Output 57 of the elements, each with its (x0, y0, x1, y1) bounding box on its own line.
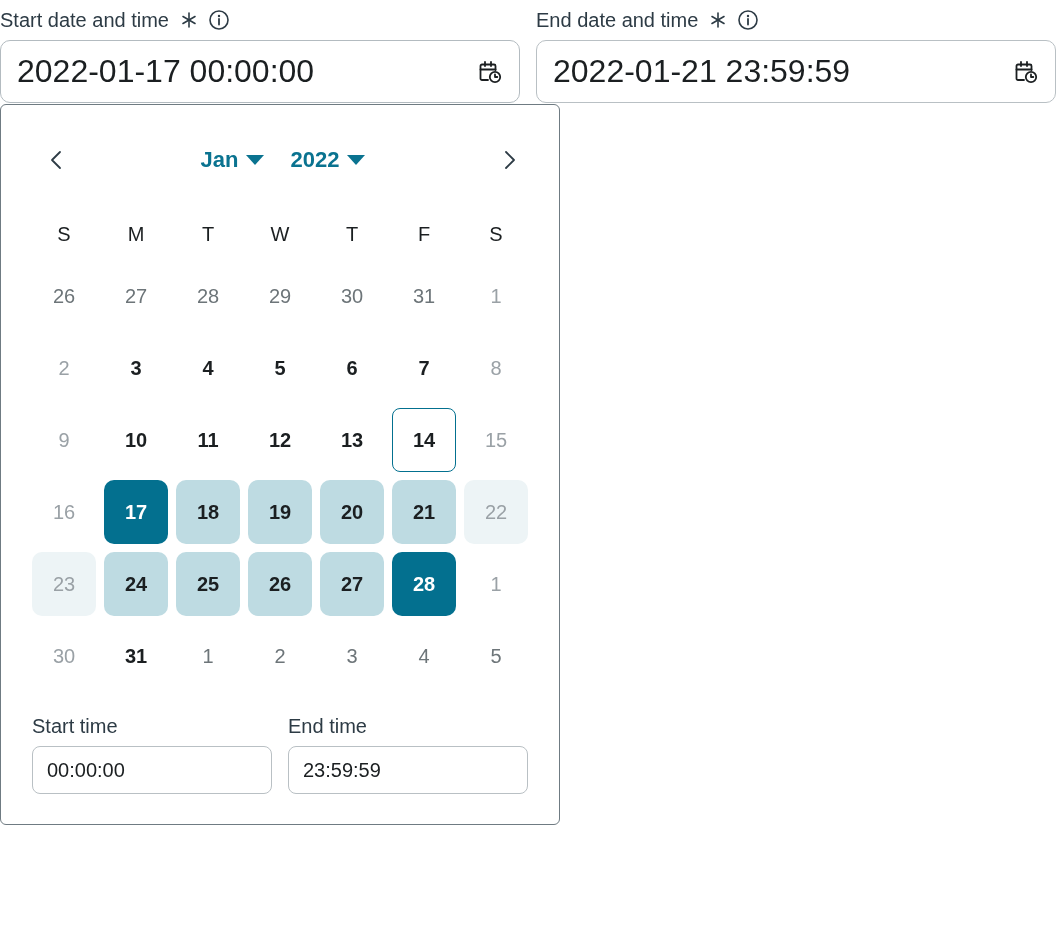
time-field[interactable]: 23:59:59 (288, 746, 528, 794)
calendar-day[interactable]: 3 (320, 624, 384, 688)
weekday-label: T (201, 222, 215, 246)
field-label: Start date and time (0, 8, 169, 32)
calendar-day[interactable]: 11 (176, 408, 240, 472)
calendar-day[interactable]: 2 (248, 624, 312, 688)
calendar-day[interactable]: 7 (392, 336, 456, 400)
info-icon[interactable] (209, 10, 229, 30)
weekday-label: S (57, 222, 71, 246)
weekday-label: F (417, 222, 431, 246)
calendar-day[interactable]: 4 (392, 624, 456, 688)
calendar-day[interactable]: 31 (392, 264, 456, 328)
calendar-day[interactable]: 12 (248, 408, 312, 472)
time-label: End time (288, 714, 368, 738)
calendar-day[interactable]: 21 (392, 480, 456, 544)
calendar-day[interactable]: 24 (104, 552, 168, 616)
calendar-day[interactable]: 19 (248, 480, 312, 544)
calendar-day[interactable]: 10 (104, 408, 168, 472)
calendar-day[interactable]: 3 (104, 336, 168, 400)
chevron-left-icon[interactable] (50, 150, 62, 170)
calendar-day[interactable]: 28 (176, 264, 240, 328)
calendar-day[interactable]: 29 (248, 264, 312, 328)
date-time-field[interactable]: 2022-01-21 23:59:59 (536, 40, 1056, 103)
info-icon[interactable] (738, 10, 759, 30)
date-time-field[interactable]: 2022-01-17 00:00:00 (0, 40, 520, 103)
calendar-day[interactable]: 4 (176, 336, 240, 400)
calendar-clock-icon[interactable] (1014, 60, 1038, 84)
chevron-right-icon[interactable] (504, 150, 516, 170)
weekday-label: W (270, 222, 290, 246)
calendar-day[interactable]: 14 (392, 408, 456, 472)
calendar-day[interactable]: 28 (392, 552, 456, 616)
calendar-day[interactable]: 31 (104, 624, 168, 688)
month-dropdown[interactable]: Jan (200, 147, 265, 173)
calendar-day[interactable]: 5 (248, 336, 312, 400)
calendar-day[interactable]: 6 (320, 336, 384, 400)
calendar-clock-icon[interactable] (478, 60, 502, 84)
calendar-day[interactable]: 5 (464, 624, 528, 688)
calendar-day[interactable]: 20 (320, 480, 384, 544)
calendar-day[interactable]: 27 (320, 552, 384, 616)
calendar-day[interactable]: 26 (248, 552, 312, 616)
year-dropdown[interactable]: 2022 (290, 147, 366, 173)
time-field[interactable]: 00:00:00 (32, 746, 272, 794)
calendar-day[interactable]: 27 (104, 264, 168, 328)
calendar-day[interactable]: 17 (104, 480, 168, 544)
calendar-day[interactable]: 26 (32, 264, 96, 328)
calendar-day[interactable]: 13 (320, 408, 384, 472)
calendar-day[interactable]: 18 (176, 480, 240, 544)
time-label: Start time (32, 714, 119, 738)
calendar-day[interactable]: 25 (176, 552, 240, 616)
field-label: End date and time (536, 8, 699, 32)
calendar-day[interactable]: 1 (176, 624, 240, 688)
calendar-day[interactable]: 30 (320, 264, 384, 328)
caret-icon (347, 155, 366, 165)
caret-icon (246, 155, 265, 165)
weekday-label: T (345, 222, 359, 246)
weekday-label: M (127, 222, 145, 246)
weekday-label: S (489, 222, 503, 246)
